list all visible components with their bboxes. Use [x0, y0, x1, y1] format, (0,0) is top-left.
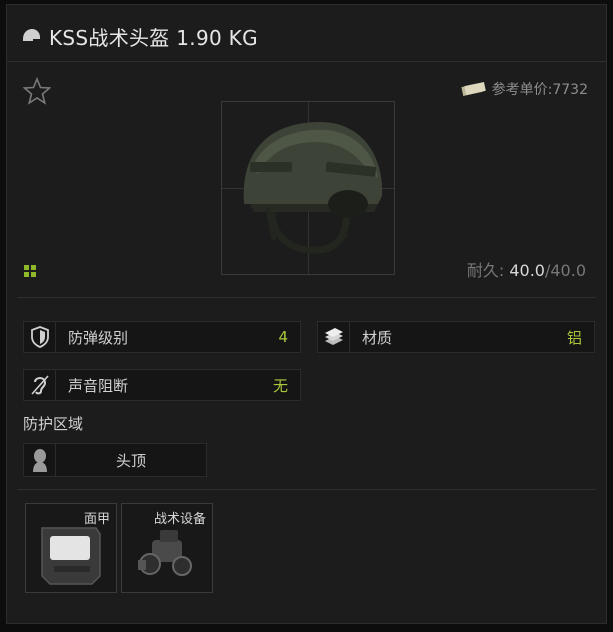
protection-zone-text: 头顶 [115, 451, 146, 470]
reference-price: 参考单价:7732 [460, 79, 588, 99]
stat-value: 4 [278, 328, 288, 346]
helmet-category-icon [21, 28, 41, 44]
head-silhouette-icon [24, 444, 56, 476]
night-vision-icon [138, 530, 192, 576]
grid-size-icon [23, 263, 37, 277]
favorite-star-icon[interactable] [22, 76, 52, 105]
item-image-frame [221, 101, 395, 275]
item-inspect-panel: KSS战术头盔 1.90 KG 参考单价:7732 耐久: 40.0/40.0 … [6, 4, 607, 624]
stat-material: 材质 铝 [317, 321, 595, 353]
stat-label: 防弹级别 [68, 328, 129, 347]
stat-label: 材质 [362, 328, 393, 347]
durability-current: 40.0 [509, 261, 545, 280]
section-divider [17, 297, 596, 298]
durability-max: /40.0 [544, 261, 586, 280]
helmet-image [243, 122, 383, 254]
slot-tactical-device[interactable]: 战术设备 [121, 503, 213, 593]
stat-armor-class: 防弹级别 4 [23, 321, 301, 353]
reference-price-text: 参考单价:7732 [491, 82, 588, 98]
slot-faceshield[interactable]: 面甲 [25, 503, 117, 593]
title-bar: KSS战术头盔 1.90 KG [21, 19, 258, 53]
durability-label: 耐久: [466, 261, 505, 280]
faceshield-icon [41, 527, 101, 585]
durability-readout: 耐久: 40.0/40.0 [467, 257, 586, 281]
protection-area-label: 防护区域 [23, 415, 84, 433]
stat-sound-block: 声音阻断 无 [23, 369, 301, 401]
stat-value: 无 [272, 376, 288, 395]
section-divider [17, 489, 596, 490]
cash-icon [460, 81, 486, 97]
stat-value: 铝 [566, 328, 582, 347]
material-icon [318, 322, 350, 352]
title-divider [7, 61, 606, 62]
ear-icon [24, 370, 56, 400]
shield-icon [24, 322, 56, 352]
protection-zone: 头顶 [23, 443, 207, 477]
stat-label: 声音阻断 [68, 376, 129, 395]
item-title: KSS战术头盔 1.90 KG [49, 25, 258, 50]
